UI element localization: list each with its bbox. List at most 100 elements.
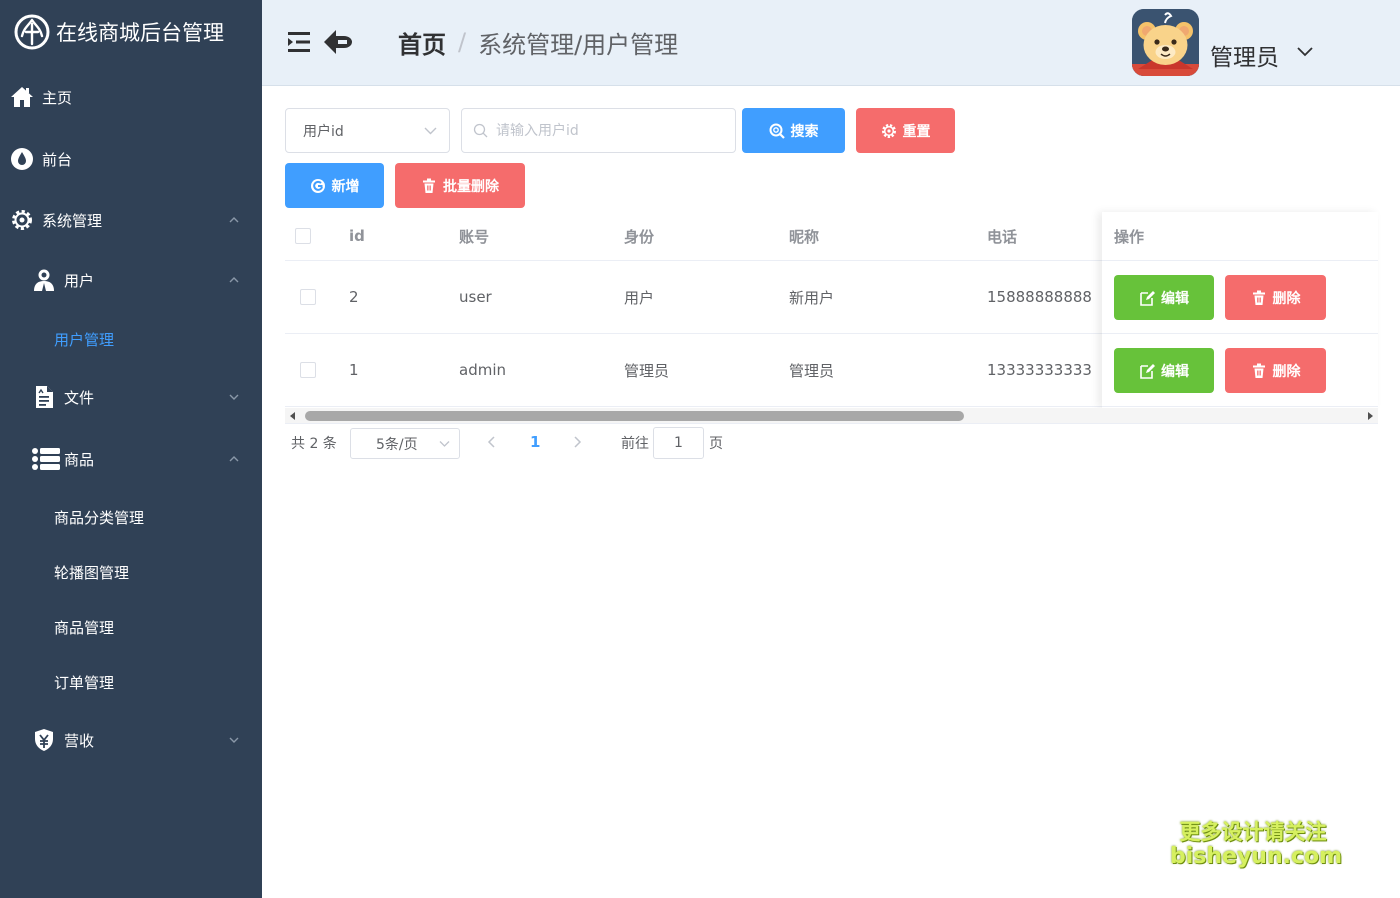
edit-button[interactable]: 编辑 bbox=[1114, 275, 1214, 320]
search-field-select[interactable]: 用户id bbox=[285, 108, 450, 153]
select-all-checkbox[interactable] bbox=[295, 228, 311, 244]
sidebar-item-frontend[interactable]: 前台 bbox=[0, 134, 262, 184]
sidebar: 在线商城后台管理 主页 前台 系统管理 用户 用户管理 文件 商品 商品分类管理… bbox=[0, 0, 262, 898]
sidebar-item-revenue[interactable]: 营收 bbox=[0, 715, 262, 765]
search-field-select-value: 用户id bbox=[303, 123, 344, 140]
delete-button[interactable]: 删除 bbox=[1225, 348, 1326, 393]
sidebar-item-goods[interactable]: 商品 bbox=[0, 434, 262, 484]
add-button[interactable]: 新增 bbox=[285, 163, 384, 208]
sidebar-item-label: 用户 bbox=[64, 271, 95, 290]
delete-button[interactable]: 删除 bbox=[1225, 275, 1326, 320]
chevron-down-icon bbox=[424, 127, 437, 135]
column-header-phone[interactable]: 电话 bbox=[987, 212, 1017, 260]
trash-icon bbox=[1252, 290, 1265, 305]
user-name[interactable]: 管理员 bbox=[1210, 38, 1279, 72]
sidebar-item-label: 订单管理 bbox=[54, 673, 115, 692]
scroll-left-arrow[interactable] bbox=[290, 412, 295, 420]
file-icon bbox=[36, 386, 53, 408]
app-title: 在线商城后台管理 bbox=[56, 21, 224, 45]
chevron-down-icon[interactable] bbox=[1296, 46, 1314, 58]
home-icon bbox=[11, 87, 33, 107]
page-number-current[interactable]: 1 bbox=[530, 433, 540, 451]
column-header-id[interactable]: id bbox=[349, 212, 365, 260]
prev-page-icon[interactable] bbox=[485, 434, 499, 450]
sidebar-item-category-management[interactable]: 商品分类管理 bbox=[0, 492, 262, 542]
breadcrumb-home[interactable]: 首页 bbox=[398, 25, 446, 60]
column-header-account[interactable]: 账号 bbox=[459, 212, 489, 260]
menu-fold-icon[interactable] bbox=[288, 31, 312, 53]
gear-icon bbox=[881, 123, 896, 138]
edit-button[interactable]: 编辑 bbox=[1114, 348, 1214, 393]
sidebar-item-label: 主页 bbox=[42, 88, 73, 107]
goto-page-input[interactable] bbox=[653, 427, 704, 459]
chevron-up-icon bbox=[229, 456, 239, 462]
chevron-down-icon bbox=[439, 441, 450, 447]
column-header-role[interactable]: 身份 bbox=[624, 212, 654, 260]
header: 首页 / 系统管理/用户管理 管理员 bbox=[262, 0, 1400, 86]
sidebar-item-goods-management[interactable]: 商品管理 bbox=[0, 602, 262, 652]
sidebar-item-label: 系统管理 bbox=[42, 211, 103, 230]
table-horizontal-scrollbar[interactable] bbox=[285, 408, 1378, 424]
add-circle-icon bbox=[310, 178, 325, 193]
row-checkbox[interactable] bbox=[300, 289, 316, 305]
user-icon bbox=[34, 269, 54, 291]
page-size-select[interactable]: 5条/页 bbox=[350, 428, 460, 459]
row-checkbox[interactable] bbox=[300, 362, 316, 378]
row-select-cell bbox=[300, 334, 316, 406]
breadcrumb: 首页 / 系统管理/用户管理 bbox=[398, 24, 678, 60]
batch-delete-button-label: 批量删除 bbox=[443, 178, 499, 195]
add-button-label: 新增 bbox=[331, 178, 360, 195]
edit-button-label: 编辑 bbox=[1161, 290, 1189, 307]
sidebar-item-label: 商品管理 bbox=[54, 618, 115, 637]
bear-avatar-icon bbox=[1132, 9, 1199, 76]
pagination-total: 共 2 条 bbox=[291, 436, 337, 452]
breadcrumb-current: 系统管理/用户管理 bbox=[478, 30, 679, 59]
column-header-nickname[interactable]: 昵称 bbox=[789, 212, 819, 260]
watermark: 更多设计请关注 bisheyun.com bbox=[1170, 820, 1342, 869]
search-button-label: 搜索 bbox=[790, 123, 819, 140]
batch-delete-button[interactable]: 批量删除 bbox=[395, 163, 525, 208]
cell-id: 2 bbox=[349, 288, 359, 306]
search-button[interactable]: 搜索 bbox=[742, 108, 845, 153]
reset-button[interactable]: 重置 bbox=[856, 108, 955, 153]
page-size-value: 5条/页 bbox=[376, 436, 418, 453]
drop-icon bbox=[11, 148, 33, 170]
logo-icon bbox=[14, 14, 50, 50]
sidebar-item-home[interactable]: 主页 bbox=[0, 72, 262, 122]
chevron-up-icon bbox=[229, 217, 239, 223]
select-all-cell bbox=[295, 212, 311, 260]
sidebar-item-label: 用户管理 bbox=[54, 330, 115, 349]
chevron-down-icon bbox=[229, 737, 239, 743]
cell-nickname: 新用户 bbox=[789, 288, 835, 307]
chevron-down-icon bbox=[229, 394, 239, 400]
delete-button-label: 删除 bbox=[1272, 290, 1301, 307]
chevron-up-icon bbox=[229, 277, 239, 283]
breadcrumb-separator: / bbox=[458, 28, 467, 56]
sidebar-item-label: 文件 bbox=[64, 388, 95, 407]
edit-icon bbox=[1140, 290, 1155, 306]
goto-label: 前往 bbox=[621, 436, 649, 452]
sidebar-item-order-management[interactable]: 订单管理 bbox=[0, 657, 262, 707]
sidebar-item-user[interactable]: 用户 bbox=[0, 255, 262, 305]
sidebar-item-label: 前台 bbox=[42, 150, 73, 169]
scrollbar-thumb[interactable] bbox=[305, 411, 964, 421]
sidebar-item-carousel-management[interactable]: 轮播图管理 bbox=[0, 547, 262, 597]
sidebar-item-file[interactable]: 文件 bbox=[0, 372, 262, 422]
next-page-icon[interactable] bbox=[570, 434, 584, 450]
avatar[interactable] bbox=[1132, 9, 1199, 76]
sidebar-item-label: 商品 bbox=[64, 450, 95, 469]
back-icon[interactable] bbox=[322, 27, 354, 57]
scroll-right-arrow[interactable] bbox=[1368, 412, 1373, 420]
sidebar-item-system[interactable]: 系统管理 bbox=[0, 195, 262, 245]
edit-button-label: 编辑 bbox=[1161, 363, 1189, 380]
cell-role: 用户 bbox=[624, 288, 655, 307]
cell-phone: 15888888888 bbox=[987, 288, 1092, 306]
reset-button-label: 重置 bbox=[902, 123, 931, 140]
cell-account: user bbox=[459, 288, 492, 306]
action-column: 操作 编辑 删除 编辑 删除 bbox=[1102, 212, 1378, 408]
search-input[interactable] bbox=[461, 108, 736, 153]
sidebar-item-user-management[interactable]: 用户管理 bbox=[0, 314, 262, 364]
goto-suffix: 页 bbox=[709, 436, 723, 452]
edit-icon bbox=[1140, 363, 1155, 379]
delete-button-label: 删除 bbox=[1272, 363, 1301, 380]
